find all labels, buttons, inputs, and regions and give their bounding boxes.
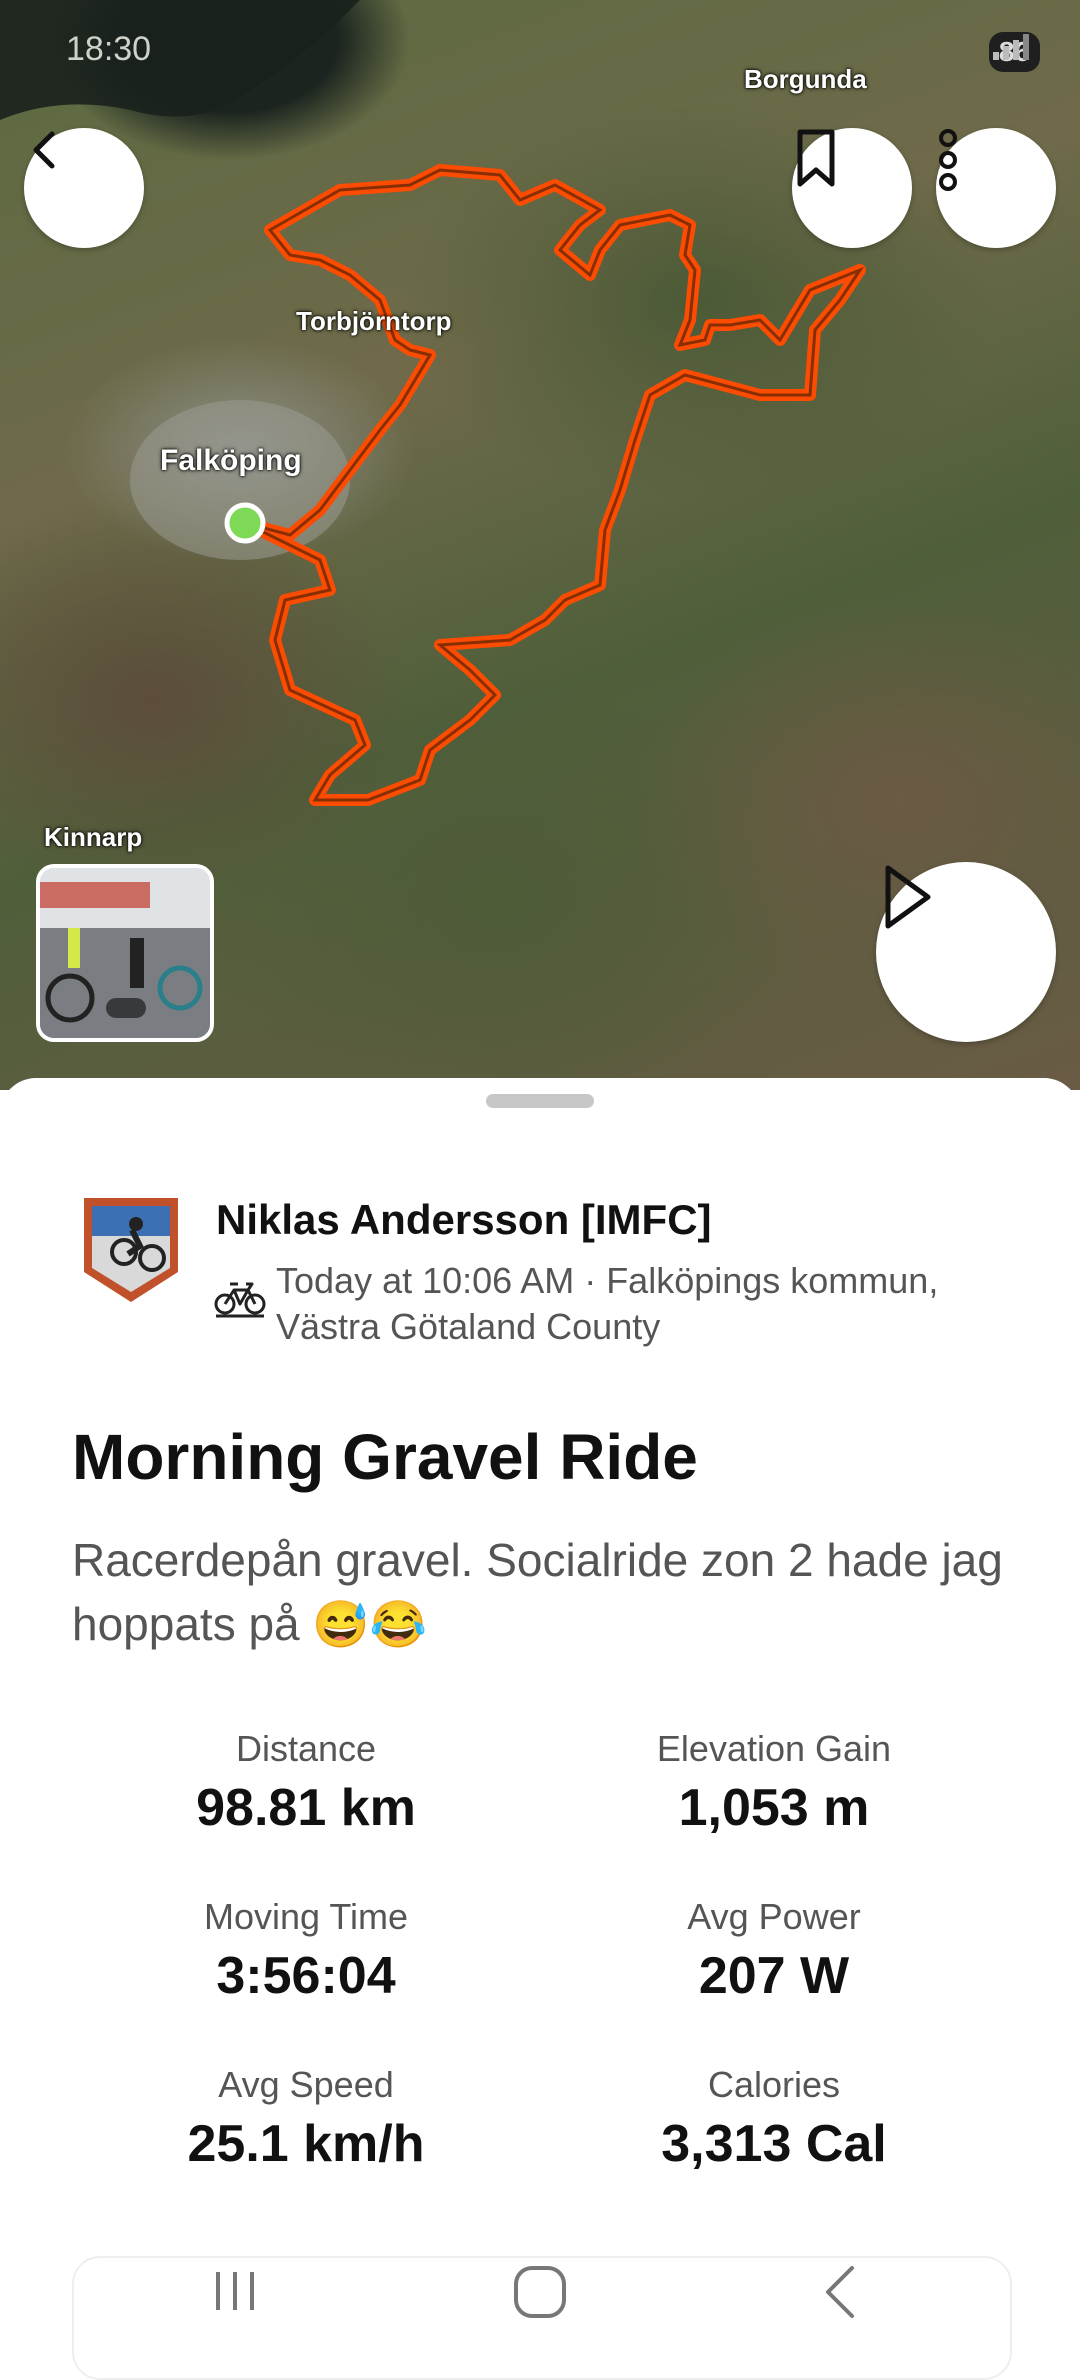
play-flyover-button[interactable] — [876, 862, 1056, 1042]
stat-label: Calories — [707, 2064, 841, 2105]
activity-region: Västra Götaland County — [276, 1306, 661, 1347]
activity-datetime-location: Today at 10:06 AM · Falköpings kommun, — [276, 1260, 939, 1301]
stat-value: 25.1 km/h — [187, 2115, 425, 2173]
activity-details-sheet: Niklas Andersson [IMFC] Today at 10:06 A… — [0, 1078, 1080, 2340]
status-icons: 86 — [988, 32, 1040, 72]
bookmark-icon — [797, 129, 835, 187]
status-time: 18:30 — [66, 30, 152, 68]
stat-distance: Distance 98.81 km — [66, 1728, 546, 1838]
stat-avg-power: Avg Power 207 W — [534, 1896, 1014, 2006]
activity-photo-thumbnail[interactable] — [36, 864, 214, 1042]
stat-value: 3,313 Cal — [661, 2115, 887, 2173]
stat-label: Distance — [235, 1728, 377, 1769]
stat-value: 207 W — [698, 1947, 850, 2005]
stat-avg-speed: Avg Speed 25.1 km/h — [66, 2064, 546, 2174]
stat-value: 3:56:04 — [216, 1947, 396, 2005]
recent-apps-icon[interactable] — [210, 2266, 260, 2316]
stat-label: Elevation Gain — [656, 1728, 892, 1769]
activity-description: Racerdepån gravel. Socialride zon 2 hade… — [72, 1534, 1003, 1650]
more-vertical-icon — [939, 129, 957, 191]
stat-label: Avg Power — [687, 1896, 861, 1937]
activity-meta: Today at 10:06 AM · Falköpings kommun, V… — [276, 1258, 996, 1350]
stat-label: Moving Time — [203, 1896, 409, 1937]
more-options-button[interactable] — [936, 128, 1056, 248]
stat-moving-time: Moving Time 3:56:04 — [66, 1896, 546, 2006]
bookmark-button[interactable] — [792, 128, 912, 248]
map-label-borgunda: Borgunda — [744, 64, 867, 94]
map-label-kinnarp: Kinnarp — [44, 822, 143, 852]
bike-activity-icon — [214, 1282, 266, 1318]
map-label-torbjorntorp: Torbjörntorp — [296, 306, 452, 336]
play-icon — [885, 865, 931, 929]
map-label-falkoping: Falköping — [160, 444, 302, 477]
stat-value: 1,053 m — [678, 1779, 870, 1837]
stat-calories: Calories 3,313 Cal — [534, 2064, 1014, 2174]
back-button[interactable] — [24, 128, 144, 248]
chevron-left-icon — [33, 131, 55, 169]
stat-label: Avg Speed — [218, 2064, 394, 2105]
activity-title: Morning Gravel Ride — [72, 1421, 698, 1493]
back-nav-icon[interactable] — [820, 2264, 860, 2320]
home-icon[interactable] — [512, 2264, 568, 2320]
athlete-name[interactable]: Niklas Andersson [IMFC] — [216, 1196, 712, 1244]
system-nav-bar — [0, 2236, 1080, 2340]
athlete-avatar[interactable] — [80, 1194, 182, 1306]
gallery-indicator — [106, 998, 146, 1018]
stat-elevation-gain: Elevation Gain 1,053 m — [534, 1728, 1014, 1838]
sheet-drag-handle[interactable] — [486, 1094, 594, 1108]
start-marker — [224, 502, 266, 544]
stat-value: 98.81 km — [196, 1779, 416, 1837]
signal-icon — [992, 34, 1029, 60]
route-map[interactable]: 18:30 86 Borgunda Torbjörntorp Falköping… — [0, 0, 1080, 1090]
